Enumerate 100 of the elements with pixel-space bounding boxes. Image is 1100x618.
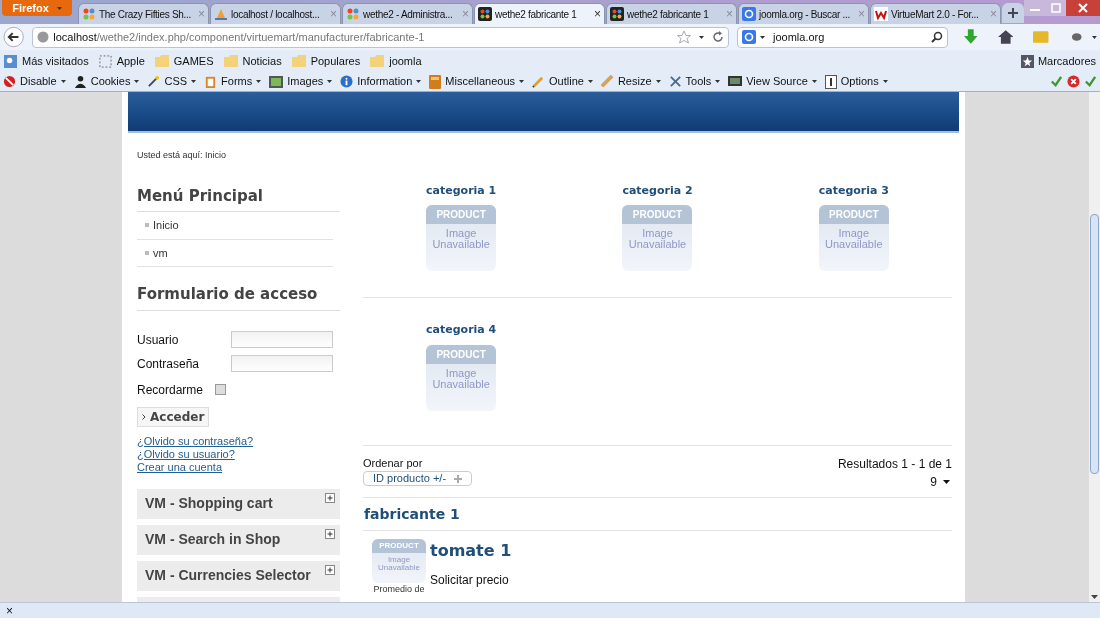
- error-icon[interactable]: [1067, 75, 1080, 88]
- monitor-icon: [728, 75, 743, 88]
- plus-icon[interactable]: [325, 492, 335, 503]
- module-title: VM - Search in Shop: [145, 530, 281, 549]
- scroll-thumb[interactable]: [1090, 214, 1099, 474]
- toolbar-menu[interactable]: Forms: [221, 73, 253, 90]
- toolbar-menu[interactable]: Information: [357, 73, 413, 90]
- category-link[interactable]: categoria 2: [622, 182, 693, 199]
- module-title: VM - Currencies Selector: [145, 566, 311, 585]
- caret-icon: [256, 80, 262, 83]
- joomla-icon: [478, 7, 492, 21]
- info-icon: [340, 75, 354, 88]
- browser-tab[interactable]: VirtueMart 2.0 - For... ×: [870, 3, 1001, 24]
- browser-tab[interactable]: wethe2 fabricante 1 ×: [606, 3, 737, 24]
- download-icon[interactable]: [964, 29, 978, 45]
- close-icon[interactable]: [1066, 0, 1100, 16]
- magnifier-icon: [4, 54, 17, 68]
- plus-icon[interactable]: [325, 564, 335, 575]
- close-icon[interactable]: ×: [6, 604, 13, 617]
- browser-tab[interactable]: joomla.org - Buscar ... ×: [738, 3, 869, 24]
- placeholder-text: Image Unavailable: [431, 367, 491, 390]
- caret-icon: [811, 80, 817, 83]
- results-count: Resultados 1 - 1 de 1: [837, 455, 952, 473]
- check-icon[interactable]: [1084, 75, 1097, 88]
- browser-tab[interactable]: The Crazy Fifties Sh... ×: [78, 3, 209, 24]
- placeholder-label: PRODUCT: [426, 205, 497, 224]
- home-icon[interactable]: [997, 30, 1014, 44]
- bookmark-link[interactable]: Noticias: [242, 52, 282, 70]
- placeholder-label: PRODUCT: [818, 205, 889, 224]
- caret-icon: [655, 80, 661, 83]
- sort-dropdown[interactable]: ID producto +/-: [363, 471, 473, 486]
- caret-icon: [56, 6, 62, 10]
- plus-icon[interactable]: [325, 528, 335, 539]
- wand-icon: [147, 75, 161, 88]
- menu-link[interactable]: Inicio: [153, 217, 179, 234]
- breadcrumb: Usted está aquí: Inicio: [137, 149, 228, 162]
- rating-label: Promedio de: [373, 583, 425, 595]
- module-panel[interactable]: VM - Currencies Selector: [137, 560, 340, 591]
- toolbar-menu[interactable]: CSS: [164, 73, 188, 90]
- module-title: VM - Shopping cart: [145, 494, 273, 513]
- toolbar-menu[interactable]: Cookies: [90, 73, 131, 90]
- joomla-icon: [610, 7, 624, 21]
- category-link[interactable]: categoria 3: [818, 182, 889, 199]
- tab-title: joomla.org - Buscar ...: [759, 7, 851, 22]
- module-panel[interactable]: VM - Search in Shop: [137, 524, 340, 555]
- new-tab-icon[interactable]: [1002, 3, 1024, 23]
- bookmark-link[interactable]: Populares: [310, 52, 361, 70]
- toolbar-menu[interactable]: Images: [287, 73, 324, 90]
- checkbox[interactable]: [215, 384, 227, 395]
- category-link[interactable]: categoria 4: [426, 322, 497, 339]
- category-link[interactable]: categoria 1: [426, 182, 497, 199]
- bookmark-link[interactable]: Más visitados: [22, 52, 89, 70]
- vm-icon: [874, 7, 888, 21]
- google-icon: [742, 7, 756, 21]
- dashed-square-icon: [98, 54, 112, 68]
- toolbar-menu[interactable]: View Source: [746, 73, 808, 90]
- caret-icon: [416, 80, 422, 83]
- toolbar-menu[interactable]: Tools: [685, 73, 712, 90]
- address-field[interactable]: localhost/wethe2/index.php/component/virtuemart/manufacturer/fabricante-1: [32, 26, 729, 48]
- search-text: joomla.org: [773, 29, 825, 45]
- input-field[interactable]: [231, 331, 333, 348]
- bookmark-link[interactable]: GAMES: [173, 52, 214, 70]
- search-field[interactable]: joomla.org: [737, 26, 949, 48]
- submit-button[interactable]: Acceder: [137, 406, 210, 427]
- link[interactable]: Crear una cuenta: [137, 460, 222, 474]
- toolbar-menu[interactable]: Miscellaneous: [445, 73, 516, 90]
- tab-close-button[interactable]: ×: [594, 8, 601, 20]
- star-icon[interactable]: [677, 30, 691, 44]
- link[interactable]: ¿Olvido su contraseña?: [137, 434, 254, 448]
- caret-icon: [134, 80, 140, 83]
- toolbar-menu[interactable]: Disable: [20, 73, 57, 90]
- link[interactable]: ¿Olvido su usuario?: [137, 447, 235, 461]
- module-heading: Menú Principal: [137, 184, 340, 212]
- back-icon[interactable]: [3, 26, 25, 48]
- search-icon[interactable]: [931, 31, 944, 43]
- browser-tab[interactable]: wethe2 fabricante 1 ×: [474, 3, 605, 24]
- caret-icon: [699, 35, 704, 39]
- toolbar-menu[interactable]: Resize: [617, 73, 652, 90]
- per-page-select[interactable]: 9: [930, 472, 952, 491]
- module-panel[interactable]: VM - Shopping cart: [137, 488, 340, 519]
- joomla-icon: [82, 7, 96, 21]
- check-icon[interactable]: [1050, 75, 1063, 88]
- placeholder-label: PRODUCT: [622, 205, 693, 224]
- toolbar-menu[interactable]: Outline: [549, 73, 584, 90]
- toolbar-menu[interactable]: Options: [840, 73, 879, 90]
- caret-icon: [519, 80, 525, 83]
- caret-icon: [1092, 35, 1097, 39]
- prohibited-icon: [3, 75, 16, 88]
- bookmarks-menu[interactable]: Marcadores: [1037, 52, 1096, 70]
- bookmark-link[interactable]: joomla: [389, 52, 422, 70]
- reload-icon[interactable]: [712, 31, 724, 43]
- input-field[interactable]: [231, 355, 333, 372]
- product-title[interactable]: tomate 1: [430, 538, 512, 563]
- placeholder-label: PRODUCT: [372, 538, 426, 553]
- caret-icon: [191, 80, 197, 83]
- folder-icon: [154, 55, 169, 67]
- browser-tab[interactable]: localhost / localhost... ×: [210, 3, 341, 24]
- browser-tab[interactable]: wethe2 - Administra... ×: [342, 3, 473, 24]
- menu-link[interactable]: vm: [153, 244, 168, 261]
- bookmark-link[interactable]: Apple: [116, 52, 145, 70]
